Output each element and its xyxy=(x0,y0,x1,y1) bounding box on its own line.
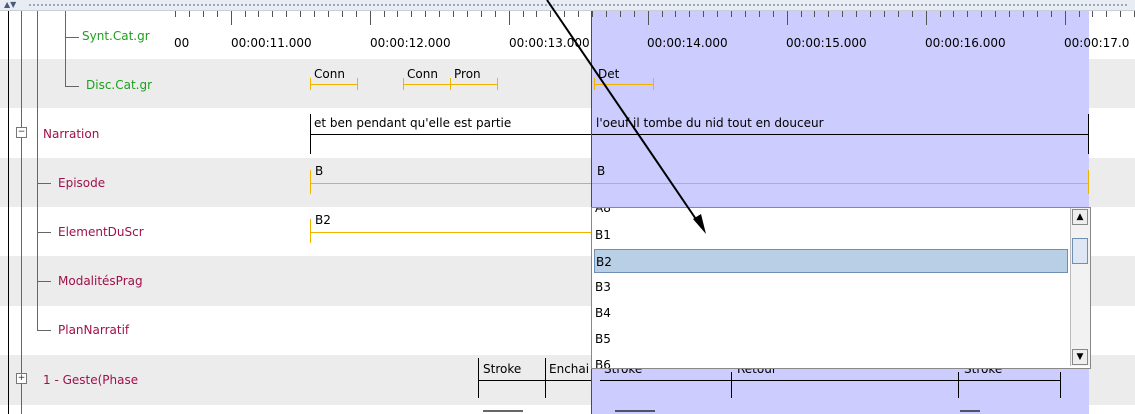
pointer-arrow-icon xyxy=(546,0,706,234)
